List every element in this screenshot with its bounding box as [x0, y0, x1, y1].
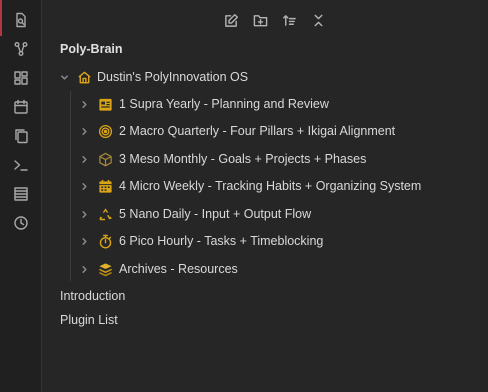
- graph-view-icon[interactable]: [10, 38, 32, 60]
- chevron-right-icon[interactable]: [78, 263, 90, 275]
- folder-label: 3 Meso Monthly - Goals + Projects + Phas…: [119, 152, 367, 166]
- left-ribbon: [0, 0, 42, 392]
- vault-name[interactable]: Poly-Brain: [60, 42, 123, 56]
- folder-supra-yearly[interactable]: 1 Supra Yearly - Planning and Review: [78, 92, 329, 116]
- explorer-nav-header: [42, 9, 488, 31]
- clock-icon[interactable]: [10, 212, 32, 234]
- stack-icon: [97, 261, 113, 277]
- ribbon-accent: [0, 0, 2, 36]
- chevron-right-icon[interactable]: [78, 125, 90, 137]
- files-search-icon[interactable]: [10, 9, 32, 31]
- folder-label: 5 Nano Daily - Input + Output Flow: [119, 207, 312, 221]
- folder-meso-monthly[interactable]: 3 Meso Monthly - Goals + Projects + Phas…: [78, 147, 366, 171]
- file-explorer-pane: Poly-Brain Dustin's PolyInnovation OS 1 …: [42, 0, 488, 392]
- folder-label: 6 Pico Hourly - Tasks + Timeblocking: [119, 234, 324, 248]
- stopwatch-icon: [97, 233, 113, 249]
- chevron-down-icon[interactable]: [58, 71, 70, 83]
- folder-label: 4 Micro Weekly - Tracking Habits + Organ…: [119, 179, 422, 193]
- folder-label: 1 Supra Yearly - Planning and Review: [119, 97, 329, 111]
- recycle-icon: [97, 206, 113, 222]
- chevron-right-icon[interactable]: [78, 180, 90, 192]
- new-note-icon[interactable]: [220, 9, 242, 31]
- terminal-icon[interactable]: [10, 154, 32, 176]
- chevron-right-icon[interactable]: [78, 153, 90, 165]
- dashboard-grid-icon[interactable]: [10, 67, 32, 89]
- file-plugin-list[interactable]: Plugin List: [60, 313, 118, 327]
- chevron-right-icon[interactable]: [78, 208, 90, 220]
- sort-icon[interactable]: [278, 9, 300, 31]
- folder-micro-weekly[interactable]: 4 Micro Weekly - Tracking Habits + Organ…: [78, 174, 421, 198]
- calendar-year-icon: [97, 96, 113, 112]
- new-folder-icon[interactable]: [249, 9, 271, 31]
- target-icon: [97, 123, 113, 139]
- folder-root[interactable]: Dustin's PolyInnovation OS: [58, 65, 248, 89]
- folder-pico-hourly[interactable]: 6 Pico Hourly - Tasks + Timeblocking: [78, 229, 323, 253]
- home-icon: [76, 69, 92, 85]
- chevron-right-icon[interactable]: [78, 98, 90, 110]
- calendar-icon[interactable]: [10, 96, 32, 118]
- calendar-week-icon: [97, 178, 113, 194]
- folder-label: 2 Macro Quarterly - Four Pillars + Ikiga…: [119, 124, 396, 138]
- copy-icon[interactable]: [10, 125, 32, 147]
- folder-label: Archives - Resources: [119, 262, 238, 276]
- folder-archives[interactable]: Archives - Resources: [78, 257, 238, 281]
- indent-guide: [70, 91, 71, 281]
- folder-nano-daily[interactable]: 5 Nano Daily - Input + Output Flow: [78, 202, 311, 226]
- list-lines-icon[interactable]: [10, 183, 32, 205]
- collapse-all-icon[interactable]: [307, 9, 329, 31]
- folder-macro-quarterly[interactable]: 2 Macro Quarterly - Four Pillars + Ikiga…: [78, 119, 395, 143]
- chevron-right-icon[interactable]: [78, 235, 90, 247]
- file-introduction[interactable]: Introduction: [60, 289, 125, 303]
- cube-icon: [97, 151, 113, 167]
- folder-label: Dustin's PolyInnovation OS: [97, 70, 249, 84]
